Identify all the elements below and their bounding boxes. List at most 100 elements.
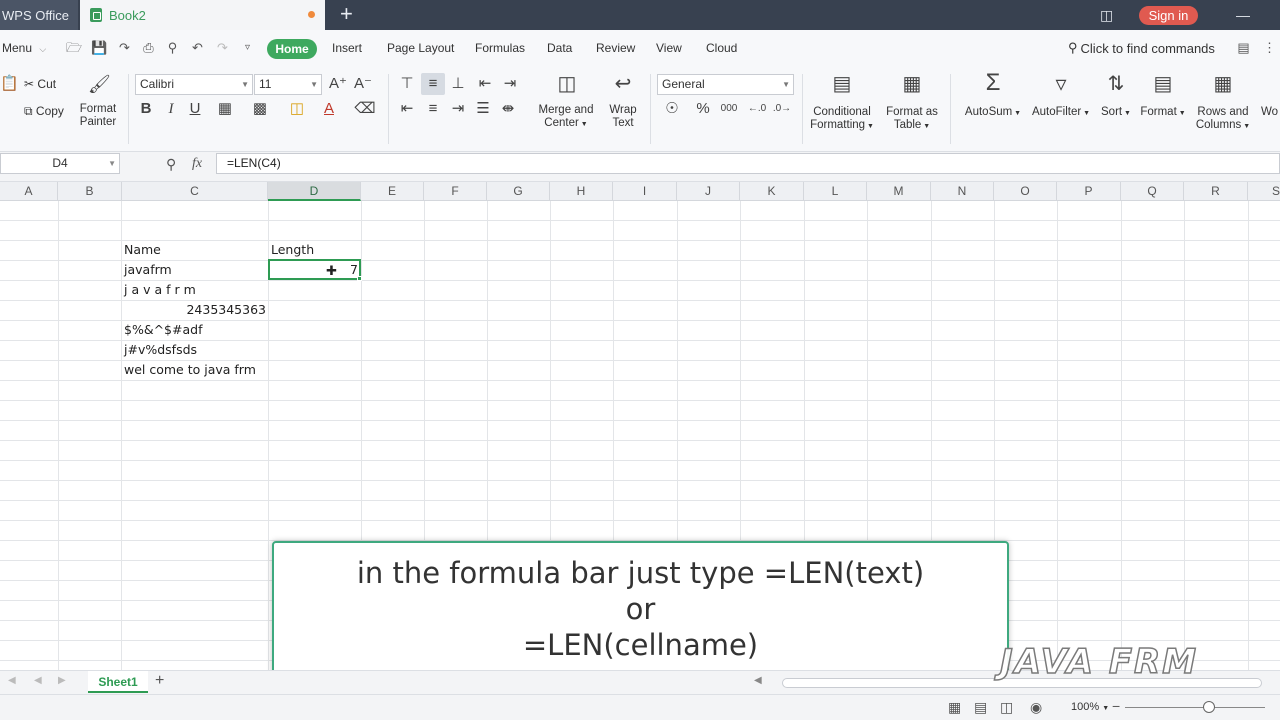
column-header-c[interactable]: C <box>122 182 268 201</box>
scroll-left-icon[interactable]: ◀ <box>754 675 762 686</box>
borders-icon[interactable]: ▦ <box>213 101 237 117</box>
zoom-slider-knob[interactable] <box>1203 701 1215 713</box>
increase-font-icon[interactable]: A⁺ <box>329 76 347 92</box>
align-bottom-icon[interactable]: ⊥ <box>449 76 467 92</box>
fill-color-icon[interactable]: ◫ <box>285 101 309 117</box>
worksheet-button[interactable]: Wo <box>1261 106 1280 119</box>
column-header-a[interactable]: A <box>0 182 58 201</box>
next-sheet-icon[interactable]: ▶ <box>58 675 66 686</box>
format-as-table-button[interactable]: Format as Table ▼ <box>882 106 942 133</box>
font-color-icon[interactable]: A <box>318 101 340 117</box>
format-as-table-icon[interactable]: ▦ <box>898 74 926 94</box>
app-tab-wps-office[interactable]: WPS Office <box>0 0 78 30</box>
column-header-j[interactable]: J <box>677 182 740 201</box>
column-header-r[interactable]: R <box>1184 182 1248 201</box>
tab-insert[interactable]: Insert <box>332 41 362 55</box>
customize-toolbar-icon[interactable]: ▿ <box>240 40 255 55</box>
tab-data[interactable]: Data <box>547 41 572 55</box>
tab-formulas[interactable]: Formulas <box>475 41 525 55</box>
format-button[interactable]: Format ▼ <box>1138 106 1188 120</box>
align-middle-icon[interactable]: ≡ <box>424 76 442 92</box>
save-icon[interactable]: 💾 <box>91 40 107 55</box>
rows-columns-button[interactable]: Rows and Columns ▼ <box>1192 106 1254 133</box>
insert-function-icon[interactable]: fx <box>192 156 202 172</box>
format-painter-icon[interactable]: 🖌 <box>88 75 111 93</box>
normal-view-icon[interactable]: ▦ <box>948 699 961 716</box>
column-header-q[interactable]: Q <box>1121 182 1184 201</box>
align-left-icon[interactable]: ⇤ <box>398 101 416 117</box>
cell-c9[interactable]: wel come to java frm <box>124 360 256 379</box>
column-header-d[interactable]: D <box>268 182 361 201</box>
font-name-dropdown[interactable]: Calibri ▼ <box>135 74 253 95</box>
add-sheet-icon[interactable]: + <box>155 672 164 690</box>
column-header-s[interactable]: S <box>1248 182 1280 201</box>
cell-c7[interactable]: $%&^$#adf <box>124 320 202 339</box>
rows-columns-icon[interactable]: ▦ <box>1210 74 1236 94</box>
paste-icon[interactable]: 📋 <box>0 76 19 92</box>
increase-indent-icon[interactable]: ⇥ <box>501 76 519 92</box>
conditional-formatting-button[interactable]: Conditional Formatting ▼ <box>808 106 876 133</box>
currency-icon[interactable]: ☉ <box>660 101 684 117</box>
export-icon[interactable]: ↷ <box>117 40 132 55</box>
zoom-level[interactable]: 100% ▼ <box>1071 701 1109 713</box>
name-box[interactable]: D4 ▼ <box>0 153 120 174</box>
sign-in-button[interactable]: Sign in <box>1139 6 1198 25</box>
open-folder-icon[interactable]: 🗁 <box>66 40 82 55</box>
sheet-tab-sheet1[interactable]: Sheet1 <box>88 671 148 693</box>
tab-home[interactable]: Home <box>267 39 317 59</box>
italic-button[interactable]: I <box>163 101 179 117</box>
format-painter-button[interactable]: Format Painter <box>74 103 122 129</box>
increase-decimal-icon[interactable]: ←.0 <box>746 101 768 117</box>
tab-cloud[interactable]: Cloud <box>706 41 737 55</box>
clear-format-icon[interactable]: ⌫ <box>354 101 376 117</box>
align-center-icon[interactable]: ≡ <box>424 101 442 117</box>
fill-handle[interactable] <box>357 276 362 281</box>
justify-icon[interactable]: ☰ <box>474 101 492 117</box>
main-menu-button[interactable]: Menu ⌵ <box>2 41 46 55</box>
column-header-m[interactable]: M <box>867 182 931 201</box>
merge-center-button[interactable]: Merge and Center ▼ <box>534 104 598 131</box>
distributed-icon[interactable]: ⇼ <box>499 101 517 117</box>
column-header-o[interactable]: O <box>994 182 1057 201</box>
document-tab-book2[interactable]: Book2 <box>80 0 325 30</box>
decrease-decimal-icon[interactable]: .0→ <box>771 101 793 117</box>
format-icon[interactable]: ▤ <box>1150 74 1176 94</box>
formula-input[interactable]: =LEN(C4) <box>216 153 1280 174</box>
column-header-h[interactable]: H <box>550 182 613 201</box>
column-header-l[interactable]: L <box>804 182 867 201</box>
sort-button[interactable]: Sort ▼ <box>1098 106 1134 120</box>
copy-button[interactable]: ⧉ Copy <box>24 104 64 119</box>
number-format-dropdown[interactable]: General ▼ <box>657 74 794 95</box>
zoom-out-icon[interactable]: − <box>1112 698 1120 714</box>
print-icon[interactable]: ⎙ <box>141 40 156 55</box>
cell-style-icon[interactable]: ▩ <box>248 101 272 117</box>
undo-icon[interactable]: ↶ <box>190 40 205 55</box>
column-header-g[interactable]: G <box>487 182 550 201</box>
align-right-icon[interactable]: ⇥ <box>449 101 467 117</box>
sort-icon[interactable]: ⇅ <box>1103 74 1129 94</box>
zoom-formula-icon[interactable]: ⚲ <box>166 156 176 173</box>
cell-c8[interactable]: j#v%dsfsds <box>124 340 197 359</box>
column-header-p[interactable]: P <box>1057 182 1121 201</box>
conditional-formatting-icon[interactable]: ▤ <box>828 74 856 94</box>
column-header-k[interactable]: K <box>740 182 804 201</box>
find-commands-search[interactable]: ⚲ Click to find commands <box>1068 40 1215 56</box>
column-header-n[interactable]: N <box>931 182 994 201</box>
zoom-slider[interactable] <box>1125 707 1265 708</box>
percent-button[interactable]: % <box>694 101 712 117</box>
comment-icon[interactable]: ▤ <box>1236 40 1251 55</box>
minimize-icon[interactable]: — <box>1236 8 1250 22</box>
new-tab-plus-icon[interactable]: + <box>340 3 353 25</box>
align-top-icon[interactable]: ⊤ <box>398 76 416 92</box>
decrease-indent-icon[interactable]: ⇤ <box>476 76 494 92</box>
eye-protection-icon[interactable]: ◉ <box>1030 699 1042 716</box>
autosum-button[interactable]: AutoSum ▼ <box>960 106 1026 120</box>
wrap-text-icon[interactable]: ↩ <box>609 74 637 94</box>
column-header-f[interactable]: F <box>424 182 487 201</box>
cell-c5[interactable]: j a v a f r m <box>124 280 196 299</box>
cell-c3[interactable]: Name <box>124 240 161 259</box>
tab-page-layout[interactable]: Page Layout <box>387 41 454 55</box>
autofilter-icon[interactable]: ▿ <box>1048 73 1074 95</box>
redo-icon[interactable]: ↷ <box>215 40 230 55</box>
font-size-dropdown[interactable]: 11 ▼ <box>254 74 322 95</box>
